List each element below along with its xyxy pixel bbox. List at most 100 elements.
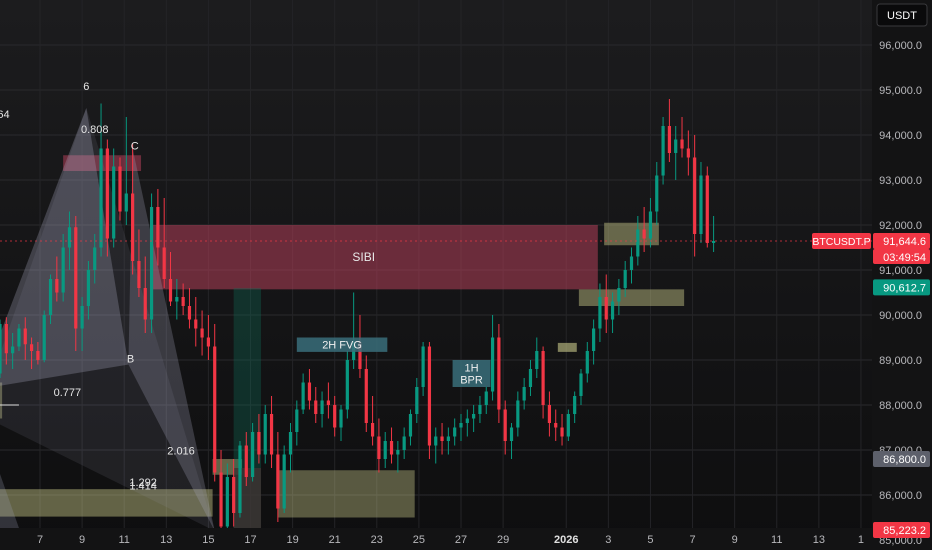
candle-body — [124, 193, 128, 212]
candle-body — [0, 324, 2, 374]
date-tick-label: 2026 — [554, 534, 578, 546]
candle-body — [364, 369, 368, 423]
candle-body — [149, 207, 154, 320]
candle-body — [4, 324, 8, 354]
candle-body — [446, 436, 450, 441]
fvg-label: BPR — [460, 375, 483, 387]
candle-body — [661, 126, 665, 176]
candle-body — [610, 301, 615, 320]
candle-body — [370, 423, 375, 437]
candle-body — [80, 306, 84, 329]
candle-body — [187, 306, 192, 320]
candle-body — [465, 418, 469, 423]
candle-body — [307, 382, 312, 401]
candle-body — [288, 432, 293, 455]
date-tick-label: 9 — [79, 534, 85, 546]
candle-body — [17, 328, 21, 347]
candle-body — [162, 247, 166, 279]
candle-body — [36, 351, 40, 360]
zone — [557, 342, 577, 352]
candle-body — [636, 229, 640, 257]
zone — [233, 288, 262, 540]
currency-badge-label: USDT — [887, 10, 917, 22]
candle-body — [282, 454, 286, 509]
date-tick-label: 7 — [37, 534, 43, 546]
candle-body — [206, 337, 210, 347]
candle-body — [29, 344, 34, 351]
candle-body — [408, 414, 413, 437]
candle-body — [67, 227, 72, 248]
candle-body — [118, 166, 122, 212]
zone — [578, 289, 685, 306]
date-tick-label: 13 — [160, 534, 172, 546]
candle-body — [598, 297, 602, 329]
candlestick-chart[interactable]: SIBI 2H FVG1HBPR 1.0640.808CB0.777X2.016… — [0, 0, 932, 550]
date-tick-label: 11 — [118, 534, 129, 546]
candle-body — [238, 445, 242, 513]
candle-body — [674, 139, 678, 153]
candle-body — [61, 247, 65, 293]
candle-body — [295, 409, 299, 432]
candle-body — [642, 229, 646, 239]
date-tick-label: 19 — [286, 534, 298, 546]
price-tick-label: 92,000.0 — [879, 220, 922, 232]
trading-chart[interactable]: SIBI 2H FVG1HBPR 1.0640.808CB0.777X2.016… — [0, 0, 932, 550]
date-tick-label: 1 — [858, 534, 864, 546]
candle-body — [194, 319, 198, 329]
candle-body — [23, 328, 27, 345]
candle-body — [74, 227, 78, 329]
candle-body — [389, 441, 394, 455]
candle-body — [168, 279, 173, 302]
candle-body — [693, 157, 697, 234]
date-tick-label: 9 — [732, 534, 738, 546]
candle-body — [585, 351, 589, 374]
candle-body — [434, 436, 438, 446]
candle-body — [629, 256, 634, 270]
candle-body — [592, 328, 596, 351]
price-tick-label: 89,000.0 — [879, 355, 922, 367]
candle-body — [415, 387, 419, 414]
candle-body — [478, 405, 482, 414]
symbol-label: BTCUSDT.P — [812, 236, 870, 248]
candle-body — [333, 405, 337, 428]
date-tick-label: 29 — [497, 534, 509, 546]
candle-body — [421, 346, 425, 387]
candle-body — [617, 288, 621, 302]
candle-body — [263, 414, 267, 455]
zone — [277, 470, 415, 518]
price-tick-label: 86,000.0 — [879, 490, 922, 502]
price-tag-label: 90,612.7 — [883, 282, 926, 294]
candle-body — [11, 346, 15, 354]
candle-body — [509, 427, 514, 441]
date-tick-label: 5 — [647, 534, 653, 546]
candle-body — [516, 400, 520, 428]
candle-body — [453, 427, 457, 437]
pattern-label: 1.414 — [129, 481, 157, 493]
candle-body — [377, 436, 381, 459]
candle-body — [143, 288, 147, 320]
candle-body — [712, 240, 716, 243]
candle-body — [42, 315, 46, 360]
candle-body — [320, 400, 324, 414]
fvg-label: 2H FVG — [322, 340, 362, 352]
candle-body — [269, 414, 274, 455]
countdown-label: 03:49:54 — [883, 252, 926, 264]
candle-body — [503, 409, 507, 441]
candle-body — [705, 175, 709, 243]
candle-body — [623, 270, 627, 288]
pattern-label: 6 — [83, 81, 89, 93]
candle-body — [48, 279, 53, 315]
price-tick-label: 94,000.0 — [879, 130, 922, 142]
candle-body — [219, 472, 223, 527]
candle-body — [131, 193, 135, 261]
candle-body — [105, 148, 109, 239]
pattern-label: 0.808 — [81, 124, 109, 136]
candle-body — [225, 477, 229, 527]
candle-body — [680, 139, 684, 149]
candle-body — [276, 454, 280, 509]
candle-body — [667, 126, 671, 153]
candle-body — [573, 396, 577, 414]
candle-body — [213, 346, 217, 473]
candle-body — [232, 477, 236, 513]
price-tick-label: 96,000.0 — [879, 40, 922, 52]
